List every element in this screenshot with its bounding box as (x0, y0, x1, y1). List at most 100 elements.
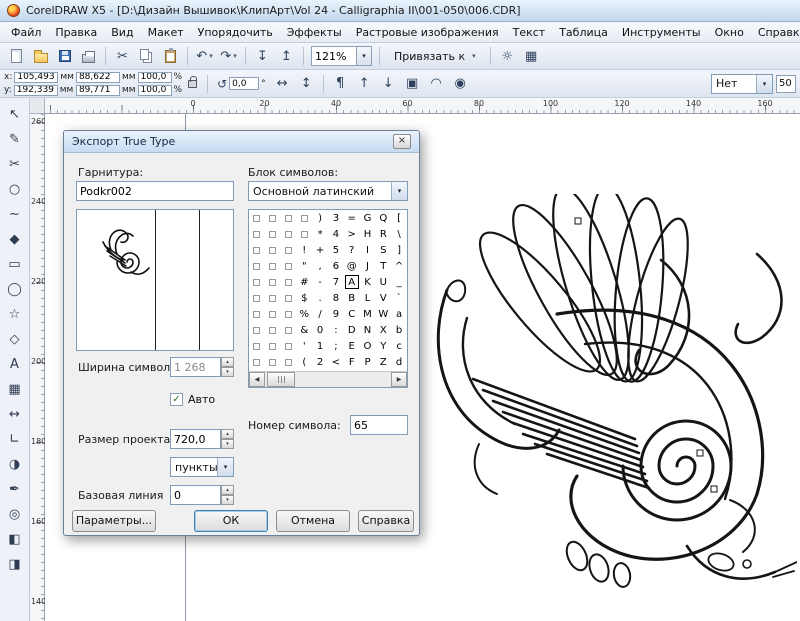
symbol-width-spinner[interactable]: ▴ ▾ (221, 357, 234, 377)
spin-up-icon[interactable]: ▴ (221, 357, 234, 367)
glyph-cell[interactable]: W (375, 306, 391, 322)
menu-item-7[interactable]: Текст (506, 24, 553, 41)
glyph-cell[interactable]: S (375, 242, 391, 258)
crop-tool[interactable]: ✂ (3, 152, 27, 177)
glyph-cell[interactable]: b (391, 322, 407, 338)
glyph-cell[interactable]: 9 (328, 306, 344, 322)
menu-item-0[interactable]: Файл (4, 24, 48, 41)
glyph-cell[interactable] (249, 290, 265, 306)
auto-checkbox[interactable]: ✓ (170, 393, 183, 406)
pick-tool[interactable]: ↖ (3, 102, 27, 127)
spin-down-icon[interactable]: ▾ (221, 495, 234, 505)
project-size-spinner[interactable]: ▴ ▾ (221, 429, 234, 449)
vertical-ruler[interactable]: 260240220200180160140 (30, 114, 45, 621)
mirror-vertical-button[interactable]: ↕ (295, 73, 318, 95)
symbol-block-combo[interactable]: Основной латинский ▾ (248, 181, 408, 201)
to-back-button[interactable]: ↓ (377, 73, 400, 95)
glyph-cell[interactable]: Q (375, 210, 391, 226)
application-launcher-button[interactable]: ▦ (520, 45, 543, 67)
glyph-cell[interactable]: 5 (328, 242, 344, 258)
options-button[interactable]: Параметры... (72, 510, 156, 532)
new-document-button[interactable] (5, 45, 28, 67)
menu-item-11[interactable]: Справка (751, 24, 800, 41)
glyph-cell[interactable] (296, 210, 312, 226)
glyph-cell[interactable]: E (344, 338, 360, 354)
x-position-input[interactable] (14, 72, 58, 83)
eyedropper-tool[interactable]: ✒ (3, 477, 27, 502)
cut-button[interactable]: ✂ (111, 45, 134, 67)
scroll-left-icon[interactable]: ◀ (249, 372, 265, 387)
glyph-cell[interactable]: " (296, 258, 312, 274)
bird-artwork[interactable] (425, 194, 797, 594)
dialog-close-button[interactable]: × (393, 134, 411, 149)
glyph-cell[interactable] (265, 210, 281, 226)
glyph-cell[interactable]: ' (296, 338, 312, 354)
horizontal-ruler[interactable]: 020406080100120140160 (45, 98, 800, 114)
glyph-cell[interactable]: J (360, 258, 376, 274)
glyph-cell[interactable]: 2 (312, 354, 328, 370)
clipped-right-field[interactable]: 50 (776, 75, 796, 93)
glyph-cell[interactable]: _ (391, 274, 407, 290)
glyph-cell[interactable] (281, 338, 297, 354)
glyph-cell[interactable]: 7 (328, 274, 344, 290)
weld-objects-button[interactable]: ◉ (449, 73, 472, 95)
glyph-cell[interactable]: ) (312, 210, 328, 226)
basic-shapes-tool[interactable]: ◇ (3, 327, 27, 352)
y-position-input[interactable] (14, 85, 58, 96)
glyph-cell[interactable] (281, 242, 297, 258)
glyph-cell[interactable] (265, 258, 281, 274)
interactive-fill-tool[interactable]: ◨ (3, 552, 27, 577)
glyph-cell[interactable]: , (312, 258, 328, 274)
outline-width-combo[interactable]: Нет ▾ (711, 74, 773, 94)
outline-dropdown-arrow-icon[interactable]: ▾ (756, 75, 772, 93)
glyph-cell[interactable]: $ (296, 290, 312, 306)
glyph-cell[interactable] (249, 274, 265, 290)
glyph-cell[interactable]: 1 (312, 338, 328, 354)
glyph-cell[interactable]: = (344, 210, 360, 226)
glyph-cell[interactable]: 8 (328, 290, 344, 306)
scroll-right-icon[interactable]: ▶ (391, 372, 407, 387)
blend-tool[interactable]: ◑ (3, 452, 27, 477)
glyph-cell[interactable]: 0 (312, 322, 328, 338)
menu-item-9[interactable]: Инструменты (615, 24, 708, 41)
glyph-cell[interactable] (265, 226, 281, 242)
open-document-button[interactable] (29, 45, 52, 67)
glyph-cell[interactable]: V (375, 290, 391, 306)
glyph-cell[interactable] (249, 354, 265, 370)
symbol-number-input[interactable] (350, 415, 408, 435)
outline-pen-tool[interactable]: ◎ (3, 502, 27, 527)
glyph-cell[interactable]: Z (375, 354, 391, 370)
project-size-input[interactable] (170, 429, 221, 449)
rectangle-tool[interactable]: ▭ (3, 252, 27, 277)
glyph-cell[interactable]: X (375, 322, 391, 338)
ok-button[interactable]: ОК (194, 510, 268, 532)
copy-button[interactable] (135, 45, 158, 67)
paste-button[interactable] (159, 45, 182, 67)
lock-ratio-icon[interactable] (188, 80, 197, 88)
glyph-cell[interactable]: [ (391, 210, 407, 226)
ellipse-tool[interactable]: ◯ (3, 277, 27, 302)
glyph-cell[interactable] (265, 242, 281, 258)
glyph-cell[interactable]: \ (391, 226, 407, 242)
glyph-cell[interactable]: F (344, 354, 360, 370)
shape-tool[interactable]: ✎ (3, 127, 27, 152)
glyph-cell[interactable]: + (312, 242, 328, 258)
glyph-cell[interactable]: < (328, 354, 344, 370)
glyph-cell[interactable] (265, 354, 281, 370)
glyph-cell[interactable]: G (360, 210, 376, 226)
glyph-cell[interactable] (249, 210, 265, 226)
glyph-cell[interactable]: c (391, 338, 407, 354)
glyph-cell[interactable] (265, 322, 281, 338)
zoom-input[interactable] (312, 48, 356, 64)
glyph-cell[interactable] (281, 306, 297, 322)
glyph-cell[interactable]: K (360, 274, 376, 290)
glyph-cell[interactable]: P (360, 354, 376, 370)
undo-button[interactable]: ↶▾ (193, 45, 216, 67)
convert-to-curves-button[interactable]: ◠ (425, 73, 448, 95)
menu-item-10[interactable]: Окно (708, 24, 751, 41)
print-button[interactable] (77, 45, 100, 67)
snap-to-button[interactable]: Привязать к ▾ (385, 45, 485, 67)
baseline-input[interactable] (170, 485, 221, 505)
glyph-cell[interactable]: ; (328, 338, 344, 354)
rotation-angle-input[interactable] (229, 77, 259, 90)
